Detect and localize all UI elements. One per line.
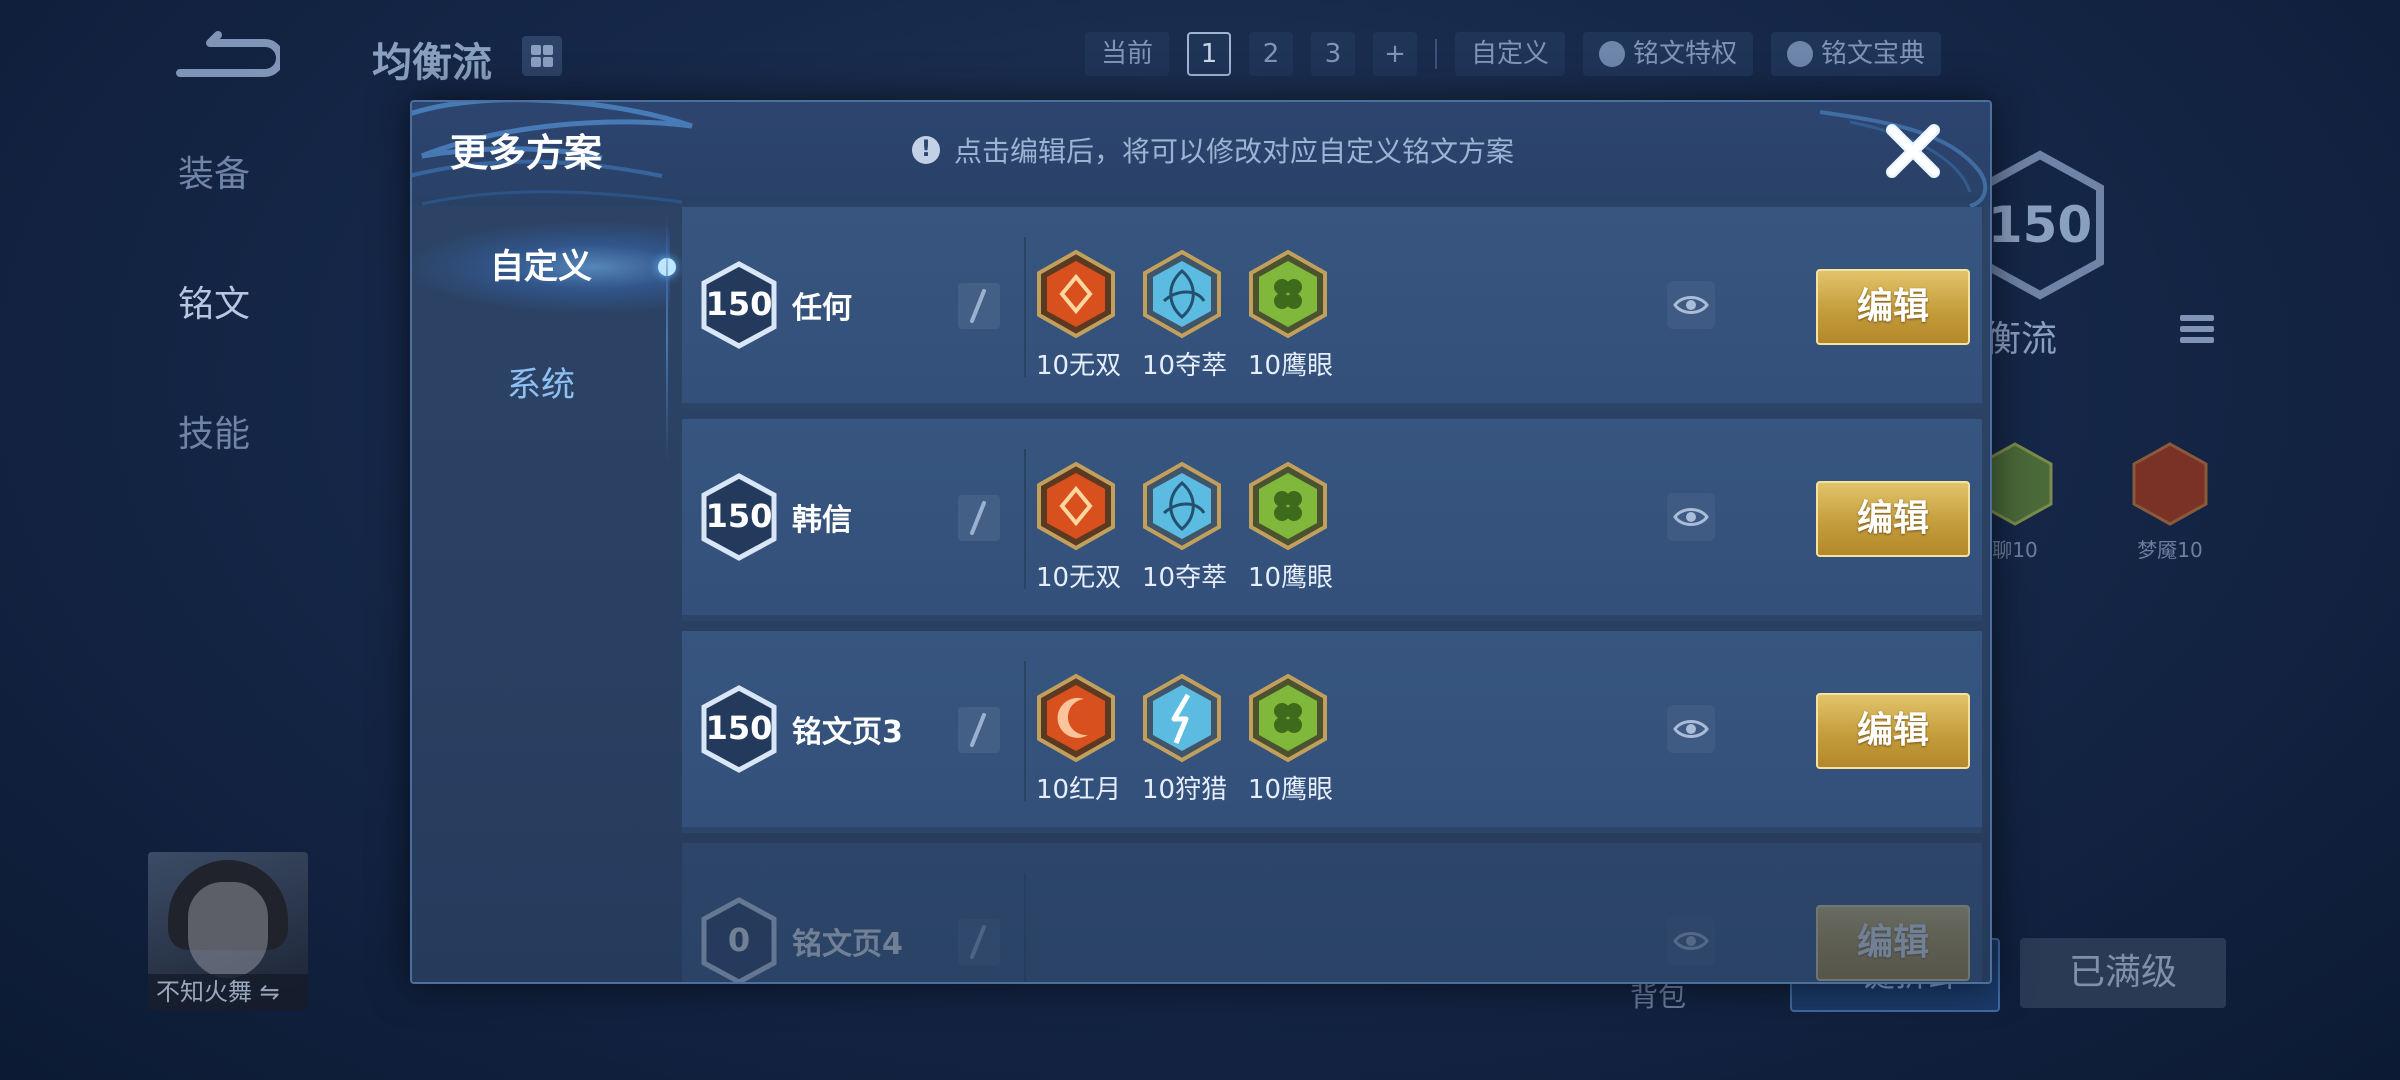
rune-set: 10无双 10夺萃 10鹰眼	[1036, 461, 1333, 594]
feature-button[interactable]: 铭文特权	[1583, 32, 1754, 76]
edit-button[interactable]: 编辑	[1816, 481, 1970, 557]
more-schemes-dialog: 更多方案 ! 点击编辑后，将可以修改对应自定义铭文方案 自定义 系统 150 任…	[410, 100, 1992, 984]
nav-item-runes[interactable]: 铭文	[178, 275, 250, 327]
svg-text:150: 150	[1988, 196, 2092, 254]
tab-custom-schemes[interactable]: 自定义	[412, 222, 676, 312]
scheme-name: 韩信	[792, 503, 852, 538]
rune-item: 10无双	[1036, 461, 1121, 594]
close-button[interactable]	[1878, 116, 1948, 186]
level-badge: 150	[700, 473, 778, 561]
rune-item: 10鹰眼	[1248, 249, 1333, 382]
scheme-name: 任何	[792, 291, 852, 326]
rune-item: 10夺萃	[1142, 461, 1227, 594]
blue-rune-icon	[1143, 249, 1221, 339]
blue-hunt-rune-icon	[1143, 673, 1221, 763]
feature-icon	[1599, 41, 1626, 67]
info-icon: !	[912, 136, 940, 164]
nav-item-skills[interactable]: 技能	[178, 405, 250, 457]
codex-label: 铭文宝典	[1821, 39, 1926, 69]
tab-page-2[interactable]: 2	[1249, 32, 1294, 76]
red-rune-icon	[1037, 249, 1115, 339]
scheme-name: 铭文页3	[792, 715, 903, 750]
rune-item: 10红月	[1036, 673, 1121, 806]
red-rune-icon	[1037, 461, 1115, 551]
rename-pen-icon[interactable]	[958, 919, 1000, 965]
level-badge: 150	[700, 685, 778, 773]
level-badge: 150	[700, 261, 778, 349]
scheme-row: 150 铭文页3 10红月 10狩猎 10鹰眼 编辑	[682, 631, 1982, 833]
level-badge: 0	[700, 897, 778, 982]
rename-pen-icon[interactable]	[958, 495, 1000, 541]
dialog-title: 更多方案	[450, 131, 603, 175]
rune-set: 10无双 10夺萃 10鹰眼	[1036, 249, 1333, 382]
rune-item: 10鹰眼	[1248, 673, 1333, 806]
rune-set: 10红月 10狩猎 10鹰眼	[1036, 673, 1333, 806]
rune-item: 10夺萃	[1142, 249, 1227, 382]
rune-item: 10鹰眼	[1248, 461, 1333, 594]
preview-eye-icon[interactable]	[1667, 281, 1715, 329]
scheme-name: 铭文页4	[792, 927, 903, 962]
codex-icon	[1787, 41, 1814, 67]
edit-button[interactable]: 编辑	[1816, 269, 1970, 345]
tab-system-schemes[interactable]: 系统	[412, 340, 670, 430]
tab-add[interactable]: +	[1373, 32, 1418, 76]
left-nav: 装备 铭文 技能	[178, 145, 250, 535]
feature-label: 铭文特权	[1633, 39, 1738, 69]
preview-eye-icon[interactable]	[1667, 705, 1715, 753]
green-rune-icon	[1249, 461, 1327, 551]
codex-button[interactable]: 铭文宝典	[1771, 32, 1942, 76]
scheme-row: 150 韩信 10无双 10夺萃 10鹰眼 编辑	[682, 419, 1982, 621]
grid-icon[interactable]	[522, 36, 562, 76]
red-moon-rune-icon	[1037, 673, 1115, 763]
green-rune-icon	[1249, 673, 1327, 763]
preview-eye-icon[interactable]	[1667, 493, 1715, 541]
page-title: 均衡流	[372, 40, 492, 86]
green-rune-icon	[1249, 249, 1327, 339]
close-icon	[1886, 124, 1940, 178]
edit-button[interactable]: 编辑	[1816, 693, 1970, 769]
rune-item: 10狩猎	[1142, 673, 1227, 806]
rune-summary-item: 梦魇10	[2125, 440, 2215, 563]
scheme-row: 150 任何 10无双 10夺萃 10鹰眼 编辑	[682, 207, 1982, 409]
tab-page-3[interactable]: 3	[1311, 32, 1356, 76]
tab-page-1[interactable]: 1	[1187, 32, 1232, 76]
max-level-button[interactable]: 已满级	[2020, 938, 2226, 1008]
tab-custom-label: 自定义	[490, 247, 592, 287]
top-tabs: 当前 1 2 3 + 自定义 铭文特权 铭文宝典	[1085, 32, 1959, 76]
dialog-header: 更多方案 ! 点击编辑后，将可以修改对应自定义铭文方案	[412, 102, 1990, 208]
level-badge-icon: 150	[1975, 150, 2105, 300]
preview-eye-icon[interactable]	[1667, 917, 1715, 965]
divider	[1435, 39, 1438, 69]
tab-custom[interactable]: 自定义	[1455, 32, 1566, 76]
hint-label: 点击编辑后，将可以修改对应自定义铭文方案	[954, 135, 1515, 168]
menu-icon[interactable]	[2180, 315, 2214, 359]
avatar[interactable]: 不知火舞 ⇋	[148, 852, 308, 1010]
side-tabs: 自定义 系统	[412, 222, 676, 982]
back-arrow-icon[interactable]	[170, 25, 284, 85]
rename-pen-icon[interactable]	[958, 283, 1000, 329]
tab-divider	[666, 212, 668, 462]
rune-item: 10无双	[1036, 249, 1121, 382]
hint-text: ! 点击编辑后，将可以修改对应自定义铭文方案	[912, 130, 1514, 170]
rename-pen-icon[interactable]	[958, 707, 1000, 753]
scheme-name: 衡流	[1985, 319, 2058, 360]
edit-button[interactable]: 编辑	[1816, 905, 1970, 981]
scheme-row: 0 铭文页4 编辑	[682, 843, 1982, 982]
nav-item-equipment[interactable]: 装备	[178, 145, 250, 197]
blue-rune-icon	[1143, 461, 1221, 551]
avatar-name: 不知火舞 ⇋	[148, 974, 308, 1010]
tab-current-label: 当前	[1085, 32, 1170, 76]
